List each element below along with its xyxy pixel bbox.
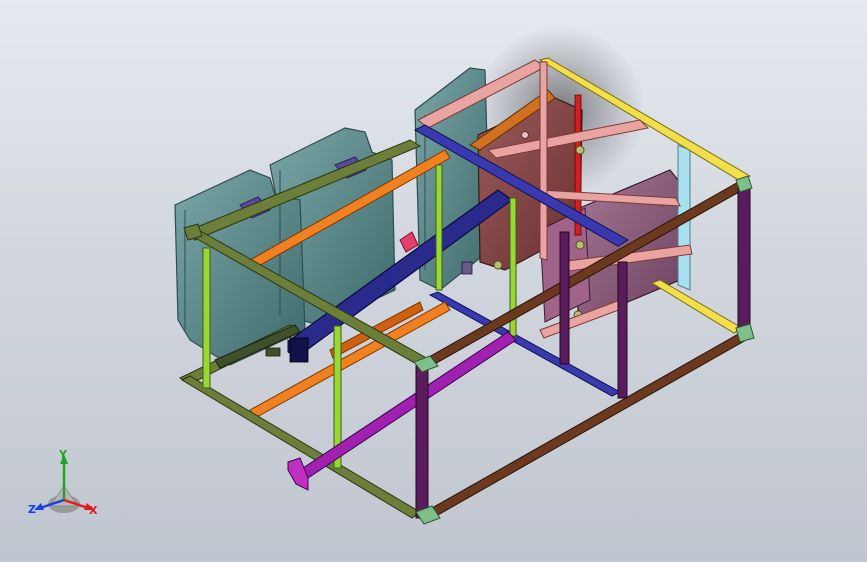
y-axis-label: Y xyxy=(59,448,67,461)
connector-block[interactable] xyxy=(461,261,473,275)
bolt xyxy=(575,240,585,250)
purple-post-rear[interactable] xyxy=(737,185,751,333)
bolt xyxy=(493,260,503,270)
rear-top-upright[interactable] xyxy=(539,61,548,261)
z-axis-label: Z xyxy=(28,503,36,516)
purple-post-mid[interactable] xyxy=(559,231,570,365)
connector-block[interactable] xyxy=(289,337,309,363)
lime-post[interactable] xyxy=(435,164,443,291)
magenta-brace-foot[interactable] xyxy=(287,457,309,491)
connector-block[interactable] xyxy=(265,347,281,357)
purple-post-mid[interactable] xyxy=(617,261,628,399)
frame-assembly-model[interactable] xyxy=(0,0,867,562)
bolt xyxy=(521,131,529,139)
graphics-viewport[interactable]: Y Z X xyxy=(0,0,867,562)
view-orientation-triad[interactable]: Y Z X xyxy=(26,448,106,522)
yellow-rail-bottom[interactable] xyxy=(650,279,743,334)
bolt xyxy=(575,145,585,155)
green-rail-front-bottom[interactable] xyxy=(180,375,421,519)
purple-post-front[interactable] xyxy=(415,365,429,519)
lime-post[interactable] xyxy=(202,247,211,389)
x-axis-label: X xyxy=(89,504,98,517)
